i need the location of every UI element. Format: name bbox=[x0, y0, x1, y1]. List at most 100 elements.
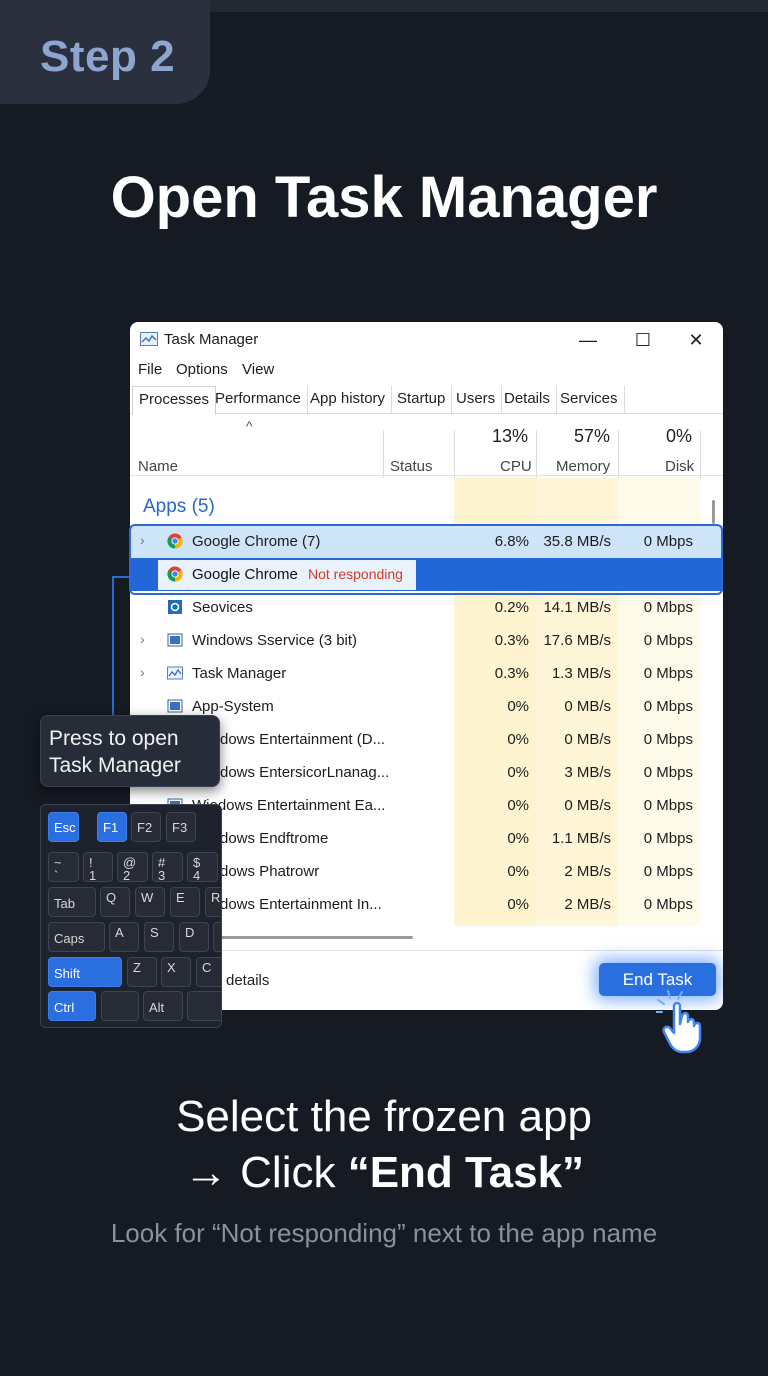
process-cpu: 0% bbox=[507, 863, 529, 880]
expand-chevron-icon[interactable]: › bbox=[140, 664, 145, 680]
column-divider bbox=[700, 430, 701, 478]
header-disk-pct: 0% bbox=[666, 426, 693, 446]
key-f1[interactable]: F1 bbox=[97, 812, 127, 842]
header-memory[interactable]: Memory bbox=[556, 458, 610, 475]
column-divider bbox=[383, 430, 384, 478]
minimize-button[interactable]: — bbox=[573, 328, 603, 352]
key-f2[interactable]: F2 bbox=[131, 812, 161, 842]
process-cpu: 0.3% bbox=[494, 665, 529, 682]
chrome-icon bbox=[167, 533, 183, 549]
key-3[interactable]: #3 bbox=[152, 852, 183, 882]
key-1[interactable]: ! 1 bbox=[83, 852, 113, 882]
header-cpu[interactable]: CPU bbox=[500, 458, 532, 475]
key-space[interactable] bbox=[187, 991, 221, 1021]
key-tilde[interactable]: ~ ` bbox=[48, 852, 79, 882]
close-button[interactable]: ✕ bbox=[681, 328, 711, 352]
process-cpu: 0% bbox=[507, 797, 529, 814]
tab-bar: Processes Performance App history Startu… bbox=[130, 386, 723, 415]
process-disk: 0 Mbps bbox=[643, 632, 693, 649]
table-row[interactable]: › Google Chrome (7) 6.8% 35.8 MB/s 0 Mbp… bbox=[130, 525, 723, 558]
tab-processes[interactable]: Processes bbox=[132, 386, 217, 415]
apps-group-header[interactable]: Apps (5) bbox=[143, 496, 215, 518]
instruction-end-task: “End Task” bbox=[347, 1148, 585, 1197]
table-row[interactable]: › Task Manager 0.3% 1.3 MB/s 0 Mbps bbox=[130, 657, 723, 690]
maximize-button[interactable]: ☐ bbox=[628, 328, 658, 352]
process-memory: 17.6 MB/s bbox=[543, 632, 611, 649]
table-row-not-responding[interactable]: Google Chrome Not responding bbox=[130, 558, 723, 591]
fewer-details-link[interactable]: details bbox=[226, 972, 269, 989]
tooltip-line1: Press to open bbox=[49, 727, 179, 750]
tab-startup[interactable]: Startup bbox=[391, 386, 453, 414]
keyboard: Esc F1 F2 F3 ~ ` ! 1 @2 #3 $4 Tab Q W E R … bbox=[40, 804, 222, 1028]
key-4[interactable]: $4 bbox=[187, 852, 218, 882]
process-cpu: 0% bbox=[507, 896, 529, 913]
vertical-scrollbar[interactable] bbox=[712, 500, 715, 524]
key-ctrl[interactable]: Ctrl bbox=[48, 991, 96, 1021]
process-memory: 2 MB/s bbox=[564, 863, 611, 880]
tab-details[interactable]: Details bbox=[498, 386, 557, 414]
key-shift[interactable]: Shift bbox=[48, 957, 122, 987]
title-bar: Task Manager — ☐ ✕ bbox=[130, 322, 723, 358]
key-tab[interactable]: Tab bbox=[48, 887, 96, 917]
window-icon bbox=[167, 633, 183, 647]
key-alt[interactable]: Alt bbox=[143, 991, 183, 1021]
window-icon bbox=[167, 699, 183, 713]
tab-performance[interactable]: Performance bbox=[209, 386, 308, 414]
key-q[interactable]: Q bbox=[100, 887, 130, 917]
key-f[interactable] bbox=[213, 922, 221, 952]
horizontal-scrollbar[interactable] bbox=[218, 936, 413, 939]
process-name: Google Chrome bbox=[192, 566, 298, 583]
process-disk: 0 Mbps bbox=[643, 830, 693, 847]
process-cpu: 0.2% bbox=[494, 599, 529, 616]
menu-file[interactable]: File bbox=[138, 361, 162, 378]
callout-connector bbox=[112, 576, 132, 716]
key-c[interactable]: C bbox=[196, 957, 221, 987]
process-cpu: 0% bbox=[507, 830, 529, 847]
key-s[interactable]: S bbox=[144, 922, 174, 952]
expand-chevron-icon[interactable]: › bbox=[140, 532, 145, 548]
header-disk[interactable]: Disk bbox=[665, 458, 694, 475]
menu-view[interactable]: View bbox=[242, 361, 274, 378]
menu-options[interactable]: Options bbox=[176, 361, 228, 378]
key-f3[interactable]: F3 bbox=[166, 812, 196, 842]
process-cpu: 6.8% bbox=[494, 533, 529, 550]
process-cpu: 0% bbox=[507, 764, 529, 781]
process-name: App-System bbox=[192, 698, 274, 715]
process-disk: 0 Mbps bbox=[643, 533, 693, 550]
key-char: 1 bbox=[89, 868, 97, 883]
process-memory: 1.3 MB/s bbox=[551, 665, 611, 682]
header-status[interactable]: Status bbox=[390, 458, 433, 475]
tab-users[interactable]: Users bbox=[450, 386, 503, 414]
step-badge: Step 2 bbox=[0, 0, 210, 104]
key-win[interactable] bbox=[101, 991, 139, 1021]
process-memory: 14.1 MB/s bbox=[543, 599, 611, 616]
table-row[interactable]: › Windows Sservice (3 bit) 0.3% 17.6 MB/… bbox=[130, 624, 723, 657]
key-esc[interactable]: Esc bbox=[48, 812, 79, 842]
services-icon bbox=[168, 600, 182, 614]
key-d[interactable]: D bbox=[179, 922, 209, 952]
key-char: 3 bbox=[158, 868, 166, 883]
tab-services[interactable]: Services bbox=[554, 386, 625, 414]
key-caps[interactable]: Caps bbox=[48, 922, 105, 952]
expand-chevron-icon[interactable]: › bbox=[140, 631, 145, 647]
process-disk: 0 Mbps bbox=[643, 599, 693, 616]
process-memory: 0 MB/s bbox=[564, 731, 611, 748]
table-row[interactable]: Seovices 0.2% 14.1 MB/s 0 Mbps bbox=[130, 591, 723, 624]
instruction-line1: Select the frozen app bbox=[176, 1092, 592, 1141]
process-disk: 0 Mbps bbox=[643, 797, 693, 814]
key-r[interactable]: R bbox=[205, 887, 221, 917]
process-memory: 0 MB/s bbox=[564, 797, 611, 814]
menu-bar: File Options View bbox=[130, 358, 723, 384]
key-a[interactable]: A bbox=[109, 922, 139, 952]
tab-app-history[interactable]: App history bbox=[304, 386, 393, 414]
key-2[interactable]: @2 bbox=[117, 852, 148, 882]
chrome-icon bbox=[167, 566, 183, 582]
key-z[interactable]: Z bbox=[127, 957, 157, 987]
process-disk: 0 Mbps bbox=[643, 731, 693, 748]
key-x[interactable]: X bbox=[161, 957, 191, 987]
header-name[interactable]: Name bbox=[138, 458, 178, 475]
key-e[interactable]: E bbox=[170, 887, 200, 917]
page-title: Open Task Manager bbox=[110, 165, 658, 230]
tooltip: Press to open Task Manager bbox=[40, 715, 220, 787]
key-w[interactable]: W bbox=[135, 887, 165, 917]
